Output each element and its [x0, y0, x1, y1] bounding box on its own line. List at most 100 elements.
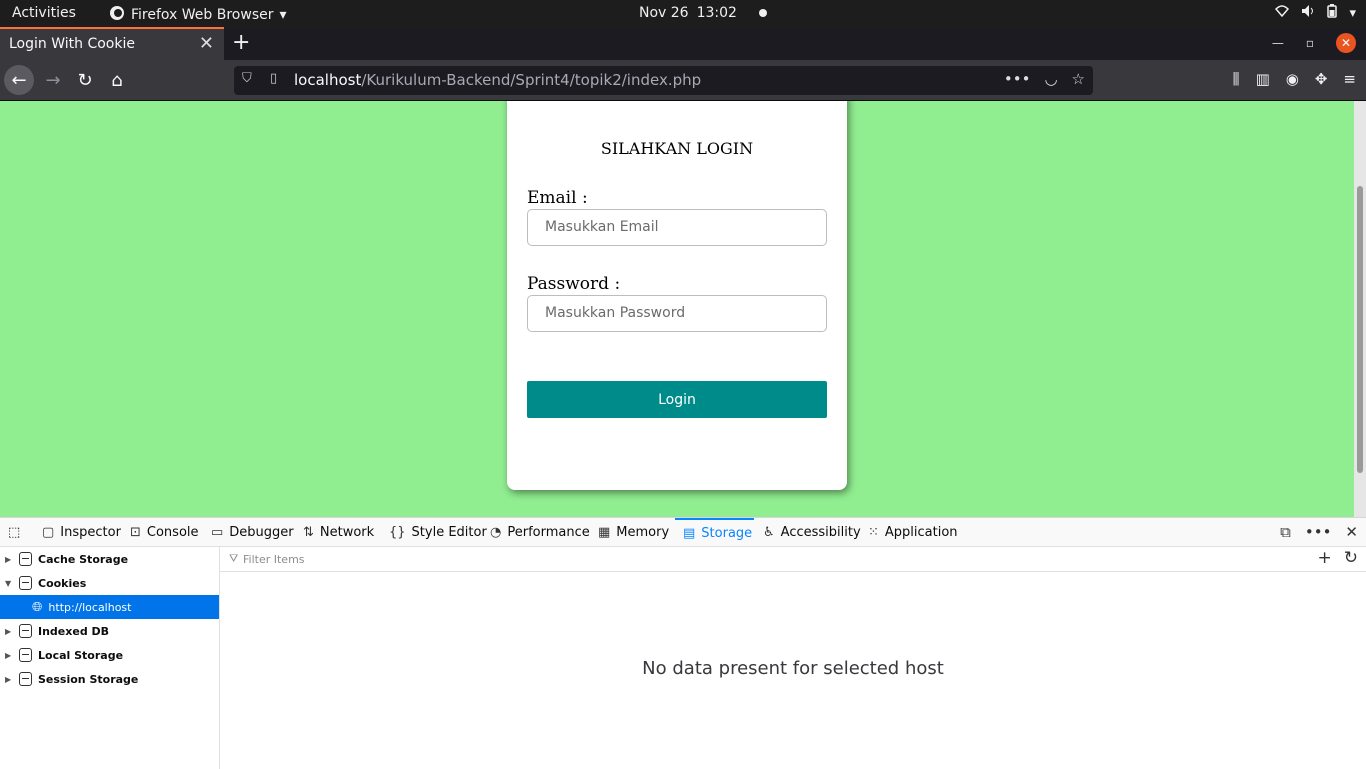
reload-icon[interactable]: ↻ [70, 65, 100, 95]
url-actions: ••• ◡ ☆ [1004, 70, 1085, 88]
system-tray[interactable]: ▾ [1275, 4, 1356, 22]
tab-label: Style Editor [411, 525, 487, 540]
refresh-icon[interactable]: ↻ [1344, 548, 1358, 568]
tab-label: Performance [507, 525, 590, 540]
tree-item-label: Cookies [38, 576, 87, 590]
tree-item-session-storage[interactable]: ▶ Session Storage [0, 667, 219, 691]
volume-icon [1301, 4, 1315, 22]
expand-arrow-icon[interactable]: ▶ [5, 651, 15, 660]
tree-item-label: Session Storage [38, 672, 139, 686]
tree-item-local-storage[interactable]: ▶ Local Storage [0, 643, 219, 667]
firefox-icon [109, 5, 125, 25]
collapse-arrow-icon[interactable]: ▼ [5, 579, 15, 588]
tree-item-localhost[interactable]: 🌐︎ http://localhost [0, 595, 219, 619]
tab-label: Application [884, 525, 958, 540]
add-item-icon[interactable]: + [1318, 548, 1332, 568]
browser-tab[interactable]: Login With Cookie ✕ [0, 27, 224, 60]
chevron-down-icon: ▾ [1349, 5, 1356, 21]
tree-item-cookies[interactable]: ▼ Cookies [0, 571, 219, 595]
clock[interactable]: Nov 26 13:02 [639, 5, 767, 21]
filter-bar: ⛛ Filter Items + ↻ [220, 547, 1366, 572]
database-icon [19, 648, 32, 662]
back-icon[interactable]: ← [4, 65, 34, 95]
app-menu[interactable]: Firefox Web Browser ▾ [109, 5, 287, 25]
password-field[interactable]: Masukkan Password [527, 295, 827, 332]
window-controls: — ▫ ✕ [1272, 33, 1356, 53]
login-card: SILAHKAN LOGIN Email : Masukkan Email Pa… [507, 101, 847, 490]
expand-arrow-icon[interactable]: ▶ [5, 675, 15, 684]
shield-icon[interactable]: ⛉ [242, 71, 252, 86]
tab-inspector[interactable]: ▢ Inspector [42, 518, 121, 547]
login-button[interactable]: Login [527, 381, 827, 418]
tree-item-indexed-db[interactable]: ▶ Indexed DB [0, 619, 219, 643]
bookmark-star-icon[interactable]: ☆ [1072, 70, 1085, 88]
close-tab-icon[interactable]: ✕ [199, 33, 214, 54]
expand-arrow-icon[interactable]: ▶ [5, 627, 15, 636]
expand-arrow-icon[interactable]: ▶ [5, 555, 15, 564]
memory-icon: ▦ [598, 525, 611, 540]
close-window-icon[interactable]: ✕ [1336, 33, 1356, 53]
url-host: localhost [294, 71, 362, 89]
page-viewport: SILAHKAN LOGIN Email : Masukkan Email Pa… [0, 101, 1366, 517]
tab-style-editor[interactable]: {} Style Editor [389, 518, 487, 547]
tab-accessibility[interactable]: ♿ Accessibility [763, 518, 861, 547]
navigation-toolbar: ← → ↻ ⌂ ⛉ ▯ localhost/Kurikulum-Backend/… [0, 60, 1366, 101]
system-top-bar: Activities Firefox Web Browser ▾ Nov 26 … [0, 0, 1366, 27]
minimize-icon[interactable]: — [1272, 36, 1284, 50]
filter-actions: + ↻ [1318, 548, 1359, 568]
filter-icon: ⛛ [229, 552, 239, 565]
library-icon[interactable]: ⫼ [1233, 70, 1240, 88]
element-picker-icon[interactable]: ⬚ [8, 518, 20, 547]
maximize-icon[interactable]: ▫ [1306, 36, 1314, 50]
performance-icon: ◔ [490, 525, 502, 540]
new-tab-icon[interactable]: + [232, 30, 250, 55]
tab-label: Network [319, 525, 375, 540]
tab-label: Console [146, 525, 199, 540]
tab-performance[interactable]: ◔ Performance [490, 518, 590, 547]
battery-icon [1327, 4, 1338, 22]
dock-icon[interactable]: ⧉ [1280, 523, 1291, 541]
tree-item-label: Indexed DB [38, 624, 110, 638]
storage-icon: ▤ [683, 526, 696, 541]
network-icon: ⇅ [303, 525, 314, 540]
storage-tree: ▶ Cache Storage ▼ Cookies 🌐︎ http://localho… [0, 547, 220, 769]
devtools-controls: ⧉ ••• ✕ [1280, 523, 1358, 541]
tab-label: Inspector [60, 525, 121, 540]
page-info-icon[interactable]: ▯ [270, 71, 277, 86]
forward-icon[interactable]: → [38, 65, 68, 95]
style-editor-icon: {} [389, 525, 406, 540]
pocket-icon[interactable]: ◡ [1044, 70, 1057, 88]
tab-application[interactable]: ⁙ Application [868, 518, 958, 547]
menu-icon[interactable]: ≡ [1343, 70, 1356, 88]
home-icon[interactable]: ⌂ [102, 65, 132, 95]
tab-debugger[interactable]: ▭ Debugger [211, 518, 294, 547]
page-scrollbar[interactable] [1354, 101, 1366, 517]
filter-input[interactable]: Filter Items [243, 553, 305, 566]
accessibility-icon: ♿ [763, 525, 775, 540]
tab-network[interactable]: ⇅ Network [303, 518, 374, 547]
activities-button[interactable]: Activities [12, 5, 76, 21]
tab-console[interactable]: ⊡ Console [130, 518, 199, 547]
tab-label: Accessibility [780, 525, 861, 540]
email-field[interactable]: Masukkan Email [527, 209, 827, 246]
account-icon[interactable]: ◉ [1286, 70, 1299, 88]
wifi-icon [1275, 4, 1290, 22]
tab-memory[interactable]: ▦ Memory [598, 518, 669, 547]
toolbar-right: ⫼ ▥ ◉ ✥ ≡ [1233, 70, 1356, 88]
tab-storage[interactable]: ▤ Storage [675, 518, 754, 547]
scrollbar-thumb[interactable] [1357, 186, 1363, 473]
more-actions-icon[interactable]: ••• [1004, 70, 1031, 88]
database-icon [19, 672, 32, 686]
tab-label: Storage [701, 526, 753, 541]
chevron-down-icon: ▾ [279, 7, 287, 23]
more-options-icon[interactable]: ••• [1305, 523, 1332, 541]
tree-item-cache-storage[interactable]: ▶ Cache Storage [0, 547, 219, 571]
tree-item-label: http://localhost [48, 600, 132, 614]
extensions-icon[interactable]: ✥ [1315, 70, 1328, 88]
close-devtools-icon[interactable]: ✕ [1345, 523, 1358, 541]
sidebar-icon[interactable]: ▥ [1256, 70, 1270, 88]
empty-state-message: No data present for selected host [642, 658, 944, 679]
application-icon: ⁙ [868, 525, 879, 540]
url-bar[interactable]: ⛉ ▯ localhost/Kurikulum-Backend/Sprint4/… [234, 66, 1093, 95]
url-text[interactable]: localhost/Kurikulum-Backend/Sprint4/topi… [294, 71, 701, 89]
